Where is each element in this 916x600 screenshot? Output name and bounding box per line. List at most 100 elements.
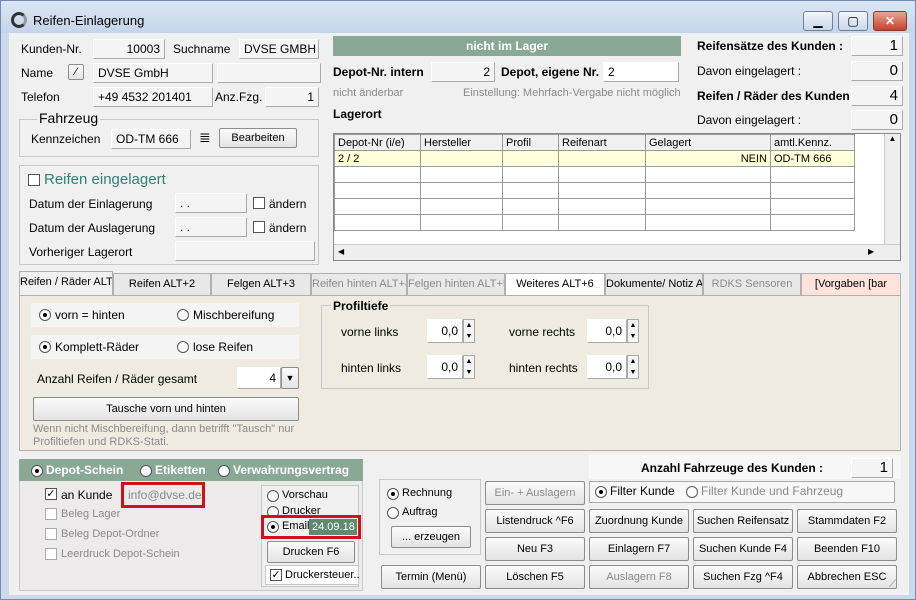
name2-field[interactable] bbox=[217, 63, 321, 83]
depot-own-field[interactable]: 2 bbox=[603, 62, 679, 82]
column-header[interactable]: Reifenart bbox=[558, 134, 646, 151]
in-date-field[interactable]: . . bbox=[175, 193, 247, 213]
depot-folder-checkbox[interactable] bbox=[45, 528, 57, 540]
tab-misc[interactable]: Weiteres ALT+6 bbox=[505, 273, 605, 295]
depot-slip-radio[interactable] bbox=[31, 465, 43, 477]
rear-right-label: hinten rechts bbox=[509, 361, 578, 375]
tab-rear-tires[interactable]: Reifen hinten ALT+4 bbox=[311, 273, 407, 295]
filter-customer-radio[interactable] bbox=[595, 486, 607, 498]
rear-left-spinner[interactable]: ▲ ▼ bbox=[463, 355, 475, 379]
tab-documents[interactable]: Dokumente/ Notiz ALT+7 bbox=[605, 273, 703, 295]
tab-rear-rims[interactable]: Felgen hinten ALT+5 bbox=[407, 273, 505, 295]
in-out-button[interactable]: Ein- + Auslagern bbox=[485, 481, 585, 505]
stored-label: Reifen eingelagert bbox=[44, 171, 166, 188]
tab-tires[interactable]: Reifen ALT+2 bbox=[113, 273, 211, 295]
rear-right-field[interactable]: 0,0 bbox=[587, 355, 627, 379]
list-icon[interactable]: ≣ bbox=[199, 129, 211, 146]
change-out-date-checkbox[interactable] bbox=[253, 221, 265, 233]
email-radio[interactable] bbox=[267, 521, 279, 533]
to-customer-checkbox[interactable]: ✓ bbox=[45, 488, 57, 500]
contract-radio[interactable] bbox=[218, 465, 230, 477]
stored-checkbox[interactable] bbox=[28, 174, 40, 186]
print-button[interactable]: Drucken F6 bbox=[267, 541, 355, 563]
out-date-field[interactable]: . . bbox=[175, 217, 247, 237]
table-row[interactable] bbox=[334, 182, 855, 199]
empty-slip-checkbox[interactable] bbox=[45, 548, 57, 560]
column-header[interactable]: amtl.Kennz. bbox=[770, 134, 855, 151]
vertical-scrollbar[interactable]: ▲ bbox=[884, 134, 900, 244]
exit-button[interactable]: Beenden F10 bbox=[797, 537, 897, 561]
store-button[interactable]: Einlagern F7 bbox=[589, 537, 689, 561]
scroll-right-icon[interactable]: ▶ bbox=[868, 247, 874, 256]
delete-button[interactable]: Löschen F5 bbox=[485, 565, 585, 589]
change-in-date-checkbox[interactable] bbox=[253, 197, 265, 209]
phone-label: Telefon bbox=[21, 90, 60, 104]
table-row[interactable] bbox=[334, 166, 855, 183]
list-print-button[interactable]: Listendruck ^F6 bbox=[485, 509, 585, 533]
total-field[interactable]: 4 bbox=[237, 367, 281, 389]
front-right-field[interactable]: 0,0 bbox=[587, 319, 627, 343]
master-data-button[interactable]: Stammdaten F2 bbox=[797, 509, 897, 533]
front-left-label: vorne links bbox=[341, 325, 399, 339]
labels-radio[interactable] bbox=[140, 465, 152, 477]
vehicle-count-field[interactable]: 1 bbox=[265, 87, 319, 107]
invoice-radio[interactable] bbox=[387, 488, 399, 500]
phone-field[interactable]: +49 4532 201401 bbox=[93, 87, 213, 107]
swap-button[interactable]: Tausche vorn und hinten bbox=[33, 397, 299, 421]
close-button[interactable]: ✕ bbox=[873, 11, 907, 31]
tab-rdks[interactable]: RDKS Sensoren bbox=[703, 273, 801, 295]
table-row[interactable]: 2 / 2 NEIN OD-TM 666 bbox=[334, 150, 855, 167]
search-set-button[interactable]: Suchen Reifensatz bbox=[693, 509, 793, 533]
filter-customer-vehicle-radio[interactable] bbox=[686, 486, 698, 498]
complete-wheels-radio[interactable] bbox=[39, 341, 51, 353]
order-radio[interactable] bbox=[387, 507, 399, 519]
rear-left-field[interactable]: 0,0 bbox=[427, 355, 463, 379]
rear-right-spinner[interactable]: ▲ ▼ bbox=[627, 355, 639, 379]
depot-status-banner: nicht im Lager bbox=[333, 36, 681, 56]
column-header[interactable]: Profil bbox=[502, 134, 559, 151]
chevron-down-icon[interactable]: ▼ bbox=[281, 367, 299, 389]
scroll-up-icon[interactable]: ▲ bbox=[885, 134, 900, 143]
preview-radio[interactable] bbox=[267, 490, 279, 502]
previous-location-field[interactable] bbox=[175, 241, 315, 261]
assign-customer-button[interactable]: Zuordnung Kunde bbox=[589, 509, 689, 533]
edit-vehicle-button[interactable]: Bearbeiten bbox=[219, 128, 297, 148]
create-button[interactable]: ... erzeugen bbox=[391, 526, 471, 548]
column-header[interactable]: Hersteller bbox=[420, 134, 503, 151]
front-left-spinner[interactable]: ▲ ▼ bbox=[463, 319, 475, 343]
unstore-button[interactable]: Auslagern F8 bbox=[589, 565, 689, 589]
edit-name-icon[interactable]: ⁄ bbox=[68, 64, 84, 80]
plate-field[interactable]: OD-TM 666 bbox=[111, 129, 191, 149]
filter-customer-vehicle-label: Filter Kunde und Fahrzeug bbox=[701, 484, 844, 498]
tab-rims[interactable]: Felgen ALT+3 bbox=[211, 273, 311, 295]
scroll-left-icon[interactable]: ◀ bbox=[338, 247, 344, 256]
loose-tires-radio[interactable] bbox=[177, 341, 189, 353]
cancel-button[interactable]: Abbrechen ESC bbox=[797, 565, 897, 589]
minimize-button[interactable]: ▁ bbox=[803, 11, 833, 31]
search-customer-button[interactable]: Suchen Kunde F4 bbox=[693, 537, 793, 561]
table-row[interactable] bbox=[334, 214, 855, 231]
printer-control-checkbox[interactable]: ✓ bbox=[270, 569, 282, 581]
search-vehicle-button[interactable]: Suchen Fzg ^F4 bbox=[693, 565, 793, 589]
name-field[interactable]: DVSE GmbH bbox=[93, 63, 213, 83]
mixed-radio[interactable] bbox=[177, 309, 189, 321]
front-eq-rear-radio[interactable] bbox=[39, 309, 51, 321]
tab-defaults[interactable]: [Vorgaben [bar bbox=[801, 273, 901, 295]
front-right-spinner[interactable]: ▲ ▼ bbox=[627, 319, 639, 343]
column-header[interactable]: Gelagert bbox=[645, 134, 771, 151]
setting-note: Einstellung: Mehrfach-Vergabe nicht mögl… bbox=[463, 87, 681, 99]
table-cell bbox=[420, 150, 503, 167]
resize-grip-icon[interactable]: ⟋ bbox=[889, 579, 896, 590]
stock-slip-checkbox[interactable] bbox=[45, 508, 57, 520]
searchname-field[interactable]: DVSE GMBH bbox=[239, 39, 319, 59]
tab-wheels[interactable]: Reifen / Räder ALT+1 bbox=[19, 271, 113, 295]
customer-number-field[interactable]: 10003 bbox=[93, 39, 165, 59]
table-row[interactable] bbox=[334, 198, 855, 215]
column-header[interactable]: Depot-Nr (i/e) bbox=[334, 134, 421, 151]
front-left-field[interactable]: 0,0 bbox=[427, 319, 463, 343]
table-cell: OD-TM 666 bbox=[770, 150, 855, 167]
new-button[interactable]: Neu F3 bbox=[485, 537, 585, 561]
horizontal-scrollbar[interactable]: ◀ ▶ bbox=[334, 244, 900, 260]
maximize-button[interactable]: ▢ bbox=[838, 11, 868, 31]
appointment-button[interactable]: Termin (Menü) bbox=[381, 565, 481, 589]
